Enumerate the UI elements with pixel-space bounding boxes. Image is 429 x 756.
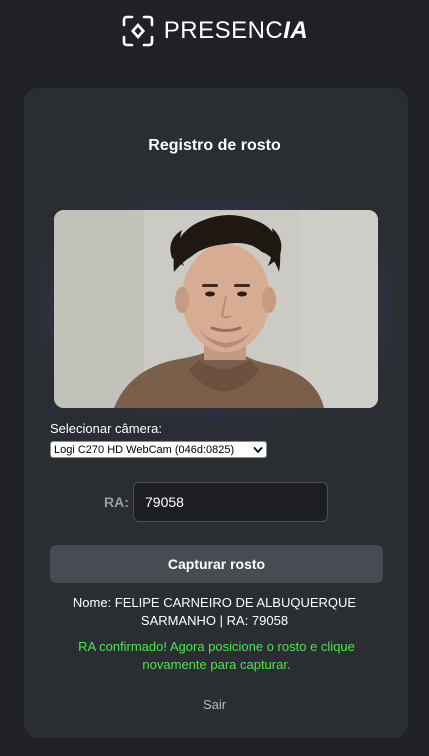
capture-face-button[interactable]: Capturar rosto <box>50 545 383 583</box>
brand-name-suffix: IA <box>283 17 309 44</box>
scan-face-icon <box>122 15 154 47</box>
ra-label: RA: <box>104 494 129 510</box>
status-message: RA confirmado! Agora posicione o rosto e… <box>78 639 355 672</box>
capture-face-button-label: Capturar rosto <box>167 556 266 572</box>
camera-select-label: Selecionar câmera: <box>50 421 162 436</box>
card-title: Registro de rosto <box>148 137 281 154</box>
webcam-feed <box>54 210 378 408</box>
brand-name-prefix: PRESENC <box>163 17 284 44</box>
ra-input[interactable]: 79058 <box>133 482 328 522</box>
student-info: Nome: FELIPE CARNEIRO DE ALBUQUERQUE SAR… <box>72 595 357 628</box>
logout-link[interactable]: Sair <box>0 697 429 712</box>
face-registration-page: PRESENCIA Registro de rosto Selecionar c… <box>0 0 429 756</box>
camera-select[interactable]: Logi C270 HD WebCam (046d:0825) <box>50 441 267 458</box>
brand-logo: PRESENCIA <box>0 14 429 48</box>
brand-name: PRESENCIA <box>164 14 309 48</box>
ra-input-value: 79058 <box>145 494 184 510</box>
chevron-down-icon <box>253 446 263 453</box>
camera-select-value: Logi C270 HD WebCam (046d:0825) <box>54 443 235 456</box>
webcam-person-illustration <box>54 210 378 408</box>
